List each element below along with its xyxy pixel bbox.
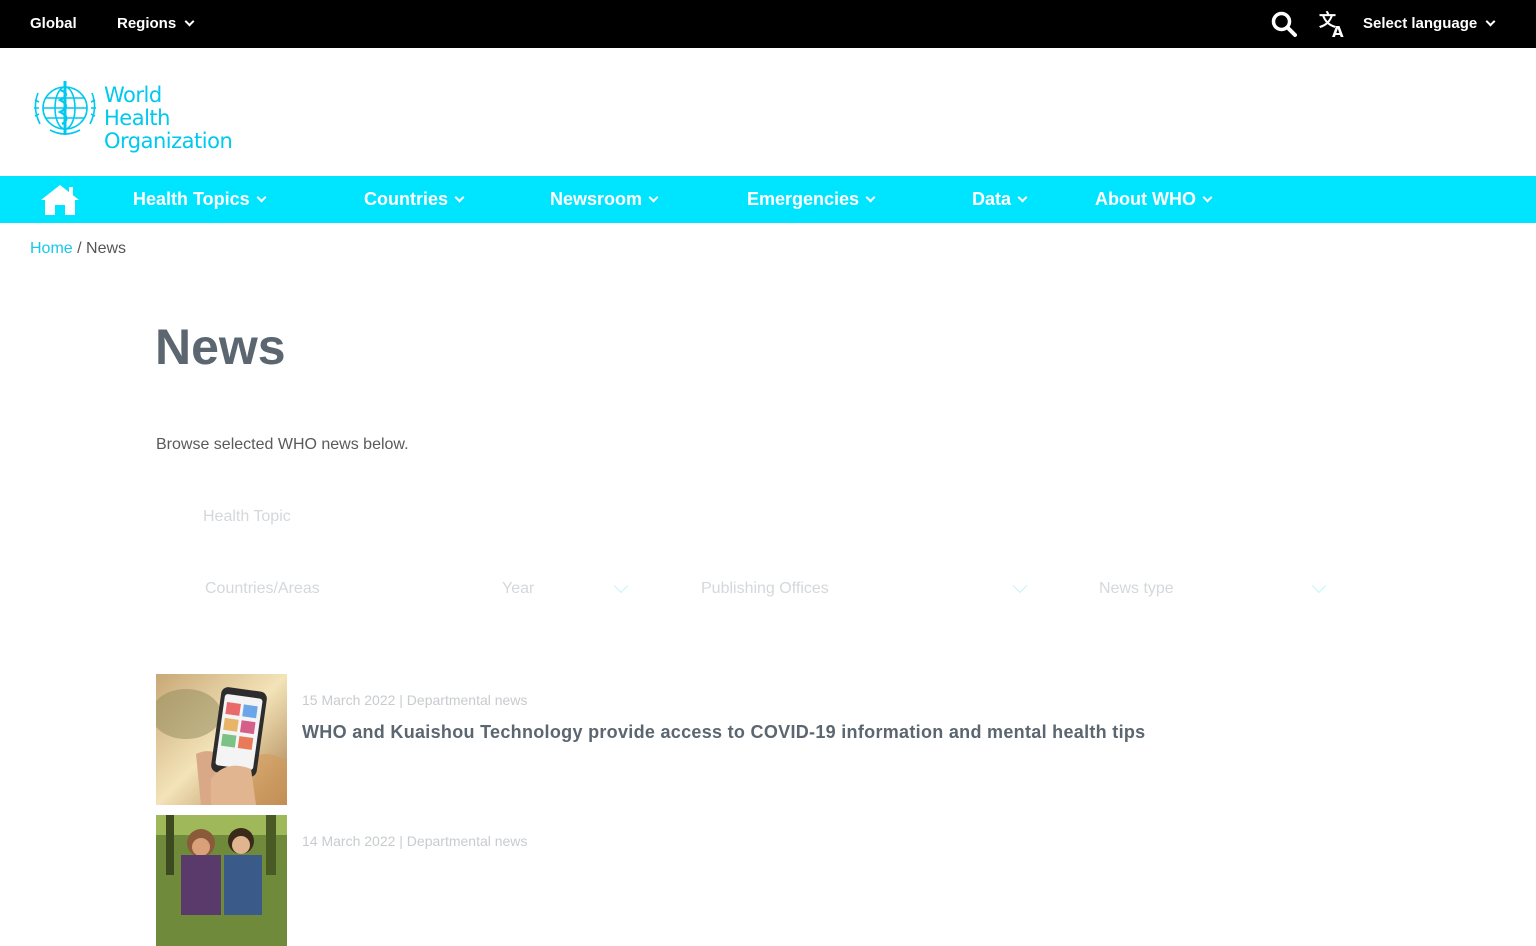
nav-data[interactable]: Data: [972, 176, 1028, 223]
nav-label: Emergencies: [747, 189, 860, 209]
nav-label: Health Topics: [133, 189, 250, 209]
news-item[interactable]: 14 March 2022 | Departmental news: [156, 815, 1356, 946]
nav-label: About WHO: [1095, 189, 1196, 209]
who-emblem-icon: [34, 81, 96, 135]
logo-area: World Health Organization: [0, 48, 1536, 176]
who-logo[interactable]: World Health Organization: [30, 78, 233, 153]
chevron-down-icon: [1012, 578, 1028, 594]
chevron-down-icon: [613, 578, 629, 594]
regions-label: Regions: [117, 15, 177, 32]
news-type-filter[interactable]: News type: [1099, 580, 1174, 598]
breadcrumb: Home / News: [30, 240, 126, 258]
breadcrumb-separator: /: [72, 240, 87, 257]
year-filter[interactable]: Year: [502, 580, 534, 598]
main-nav: Health Topics Countries Newsroom Emergen…: [0, 176, 1536, 223]
translate-icon[interactable]: 文 A: [1318, 9, 1348, 39]
nav-label: Data: [972, 189, 1012, 209]
health-topic-filter[interactable]: Health Topic: [203, 508, 291, 526]
home-icon[interactable]: [40, 184, 80, 216]
nav-emergencies[interactable]: Emergencies: [747, 176, 876, 223]
top-bar: Global Regions 文 A Select language: [0, 0, 1536, 48]
search-icon[interactable]: [1270, 10, 1298, 38]
nav-health-topics[interactable]: Health Topics: [133, 176, 267, 223]
language-label: Select language: [1363, 15, 1478, 32]
regions-menu[interactable]: Regions: [117, 0, 195, 48]
nav-countries[interactable]: Countries: [364, 176, 465, 223]
chevron-down-icon: [454, 192, 465, 203]
logo-line-1: World Health: [104, 83, 170, 130]
chevron-down-icon: [1485, 16, 1496, 27]
page-title: News: [155, 319, 286, 375]
language-selector[interactable]: Select language: [1363, 0, 1496, 48]
nav-label: Newsroom: [550, 189, 643, 209]
page-intro: Browse selected WHO news below.: [156, 436, 409, 453]
global-link[interactable]: Global: [30, 0, 77, 48]
chevron-down-icon: [184, 16, 195, 27]
nav-about-who[interactable]: About WHO: [1095, 176, 1213, 223]
breadcrumb-home-link[interactable]: Home: [30, 240, 73, 257]
chevron-down-icon: [1311, 578, 1327, 594]
countries-filter[interactable]: Countries/Areas: [205, 580, 320, 598]
chevron-down-icon: [648, 192, 659, 203]
chevron-down-icon: [865, 192, 876, 203]
chevron-down-icon: [1017, 192, 1028, 203]
news-item[interactable]: 15 March 2022 | Departmental news WHO an…: [156, 674, 1356, 805]
logo-text: World Health Organization: [104, 83, 233, 153]
svg-text:A: A: [1332, 23, 1344, 39]
breadcrumb-current: News: [86, 240, 127, 257]
news-thumbnail[interactable]: [156, 815, 287, 946]
publishing-offices-filter[interactable]: Publishing Offices: [701, 580, 829, 598]
news-thumbnail[interactable]: [156, 674, 287, 805]
news-title-link[interactable]: WHO and Kuaishou Technology provide acce…: [302, 722, 1145, 743]
news-meta: 14 March 2022 | Departmental news: [302, 833, 528, 849]
nav-label: Countries: [364, 189, 449, 209]
news-meta: 15 March 2022 | Departmental news: [302, 692, 528, 708]
nav-newsroom[interactable]: Newsroom: [550, 176, 659, 223]
logo-line-2: Organization: [104, 129, 233, 153]
chevron-down-icon: [1202, 192, 1213, 203]
chevron-down-icon: [256, 192, 267, 203]
